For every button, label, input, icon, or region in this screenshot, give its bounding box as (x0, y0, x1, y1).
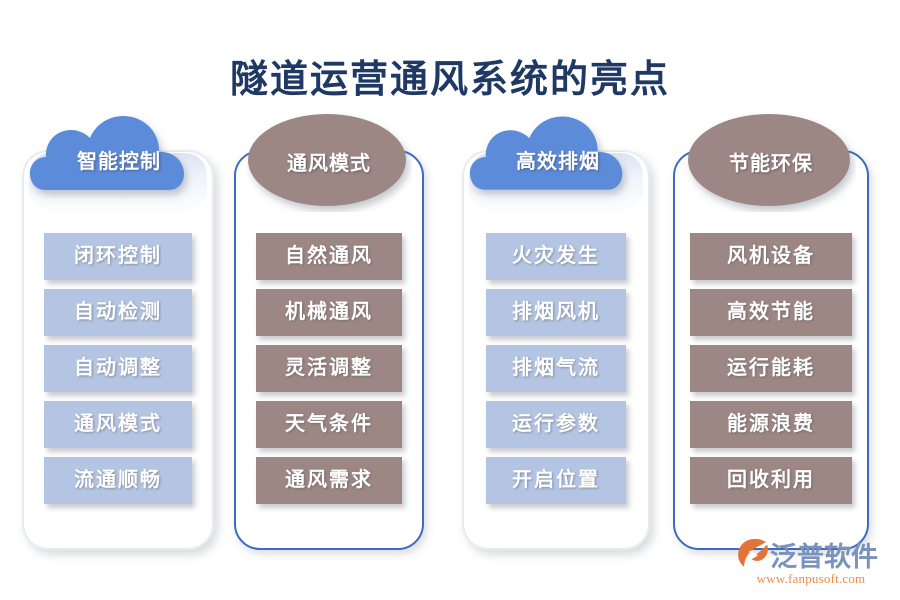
chip-item[interactable]: 开启位置 (486, 457, 626, 504)
slide-canvas: 隧道运营通风系统的亮点 智能控制 闭环控制 自动检测 自动调整 通风模式 流通顺… (0, 0, 900, 600)
chip-item[interactable]: 机械通风 (256, 289, 402, 336)
column-header-label: 通风模式 (287, 152, 371, 175)
column-ventilation-mode: 通风模式 自然通风 机械通风 灵活调整 天气条件 通风需求 (234, 114, 424, 550)
logo-brand-text: 泛普软件 (770, 541, 878, 572)
chip-item[interactable]: 排烟风机 (486, 289, 626, 336)
chip-list: 风机设备 高效节能 运行能耗 能源浪费 回收利用 (673, 233, 869, 513)
chip-item[interactable]: 自然通风 (256, 233, 402, 280)
page-title: 隧道运营通风系统的亮点 (229, 59, 670, 101)
column-header-label: 智能控制 (77, 150, 161, 173)
chip-item[interactable]: 自动检测 (44, 289, 192, 336)
chip-item[interactable]: 自动调整 (44, 345, 192, 392)
column-header-label: 节能环保 (729, 152, 813, 175)
logo-row: 泛普软件 (736, 536, 886, 572)
chip-item[interactable]: 运行参数 (486, 401, 626, 448)
chip-list: 闭环控制 自动检测 自动调整 通风模式 流通顺畅 (22, 233, 214, 513)
chip-item[interactable]: 能源浪费 (690, 401, 852, 448)
column-header-label: 高效排烟 (516, 150, 600, 173)
chip-item[interactable]: 灵活调整 (256, 345, 402, 392)
column-header-badge-cloud[interactable]: 高效排烟 (468, 112, 648, 204)
chip-item[interactable]: 排烟气流 (486, 345, 626, 392)
chip-item[interactable]: 火灾发生 (486, 233, 626, 280)
chip-item[interactable]: 回收利用 (690, 457, 852, 504)
fanpu-swoosh-icon (738, 538, 768, 567)
column-energy-saving: 节能环保 风机设备 高效节能 运行能耗 能源浪费 回收利用 (673, 114, 869, 550)
chip-item[interactable]: 天气条件 (256, 401, 402, 448)
chip-item[interactable]: 闭环控制 (44, 233, 192, 280)
chip-list: 自然通风 机械通风 灵活调整 天气条件 通风需求 (234, 233, 424, 513)
chip-item[interactable]: 风机设备 (690, 233, 852, 280)
chip-item[interactable]: 运行能耗 (690, 345, 852, 392)
chip-item[interactable]: 流通顺畅 (44, 457, 192, 504)
column-header-badge-ellipse[interactable]: 通风模式 (246, 112, 412, 212)
chip-item[interactable]: 通风模式 (44, 401, 192, 448)
brand-logo[interactable]: 泛普软件 www.fanpusoft.com (736, 536, 886, 592)
column-intelligent-control: 智能控制 闭环控制 自动检测 自动调整 通风模式 流通顺畅 (22, 115, 214, 550)
chip-list: 火灾发生 排烟风机 排烟气流 运行参数 开启位置 (462, 233, 650, 513)
column-header-badge-ellipse[interactable]: 节能环保 (686, 112, 856, 212)
chip-item[interactable]: 高效节能 (690, 289, 852, 336)
column-header-badge-cloud[interactable]: 智能控制 (28, 112, 210, 204)
column-smoke-exhaust: 高效排烟 火灾发生 排烟风机 排烟气流 运行参数 开启位置 (462, 116, 650, 550)
logo-url-text: www.fanpusoft.com (756, 571, 866, 586)
chip-item[interactable]: 通风需求 (256, 457, 402, 504)
